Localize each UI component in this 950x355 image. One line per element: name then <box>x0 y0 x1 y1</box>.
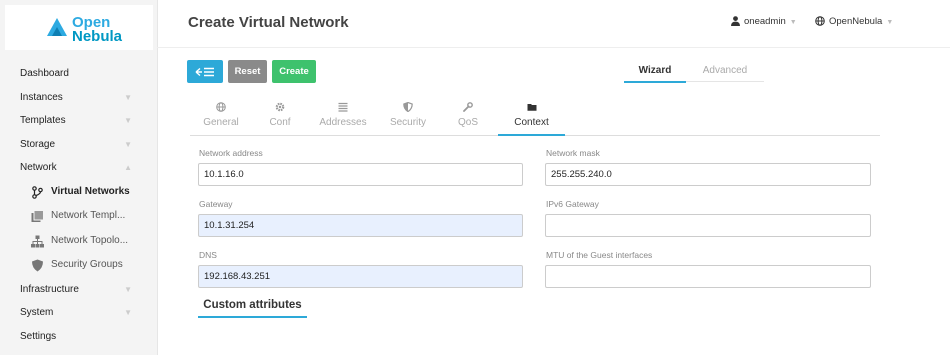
sidebar-item-label: System <box>20 307 54 318</box>
sidebar: Open Nebula Dashboard Instances ▼ Templa… <box>0 0 158 355</box>
globe-icon <box>216 102 226 112</box>
chevron-down-icon: ▼ <box>124 116 132 125</box>
reset-button[interactable]: Reset <box>228 60 267 83</box>
back-button[interactable] <box>187 60 223 83</box>
gateway-input[interactable] <box>198 214 523 237</box>
sidebar-subitem-network-topology[interactable]: Network Topolo... <box>0 229 157 254</box>
shield-icon <box>403 102 413 112</box>
sidebar-item-system[interactable]: System ▼ <box>0 301 157 325</box>
sidebar-item-label: Infrastructure <box>20 283 79 295</box>
sidebar-subitem-security-groups[interactable]: Security Groups <box>0 253 157 278</box>
chevron-down-icon: ▼ <box>124 284 132 294</box>
globe-icon <box>815 16 825 27</box>
zone-name: OpenNebula <box>829 16 883 27</box>
tab-context[interactable]: Context <box>498 100 565 136</box>
sidebar-item-network[interactable]: Network ▲ <box>0 156 157 180</box>
ipv6-gateway-input[interactable] <box>545 214 871 237</box>
network-mask-label: Network mask <box>546 148 600 158</box>
sidebar-subitem-virtual-networks[interactable]: Virtual Networks <box>0 180 157 205</box>
chevron-down-icon: ▼ <box>124 308 132 317</box>
user-name: oneadmin <box>744 16 786 27</box>
chevron-down-icon: ▼ <box>789 19 797 26</box>
tab-addresses[interactable]: Addresses <box>308 100 378 134</box>
sidebar-nav: Dashboard Instances ▼ Templates ▼ Storag… <box>0 62 157 348</box>
user-menu[interactable]: oneadmin ▼ <box>731 16 797 27</box>
sidebar-item-infrastructure[interactable]: Infrastructure ▼ <box>0 278 157 302</box>
gear-icon <box>275 102 285 112</box>
network-topology-icon <box>31 235 44 247</box>
logo-line2: Nebula <box>72 28 123 45</box>
chevron-down-icon: ▼ <box>886 19 894 26</box>
tab-label: Addresses <box>319 117 367 128</box>
network-address-input[interactable] <box>198 163 523 186</box>
back-list-icon <box>195 67 214 76</box>
tab-label: QoS <box>457 117 478 128</box>
tab-wizard[interactable]: Wizard <box>624 61 686 83</box>
sidebar-subitem-network-templates[interactable]: Network Templ... <box>0 204 157 229</box>
sidebar-item-label: Instances <box>20 91 63 103</box>
sidebar-item-label: Network <box>20 162 57 173</box>
user-icon <box>731 16 740 27</box>
mtu-input[interactable] <box>545 265 871 288</box>
folder-icon <box>527 104 536 111</box>
list-icon <box>338 102 348 112</box>
sidebar-item-storage[interactable]: Storage ▼ <box>0 133 157 157</box>
dns-label: DNS <box>199 250 217 260</box>
tab-label: Security <box>389 117 427 128</box>
sidebar-subitem-label: Security Groups <box>51 259 123 270</box>
logo-text: Open Nebula <box>72 15 123 45</box>
sidebar-subitem-label: Network Templ... <box>51 210 126 221</box>
sidebar-item-dashboard[interactable]: Dashboard <box>0 62 157 86</box>
chevron-up-icon: ▲ <box>124 163 132 172</box>
ipv6-gateway-label: IPv6 Gateway <box>546 199 599 209</box>
create-button[interactable]: Create <box>272 60 316 83</box>
sidebar-item-settings[interactable]: Settings <box>0 325 157 349</box>
zone-menu[interactable]: OpenNebula ▼ <box>815 16 893 27</box>
header: Create Virtual Network oneadmin ▼ OpenNeb… <box>157 0 950 48</box>
gateway-label: Gateway <box>199 199 233 209</box>
tab-general[interactable]: General <box>190 100 252 134</box>
logo[interactable]: Open Nebula <box>5 5 153 50</box>
chevron-down-icon: ▼ <box>124 139 132 149</box>
mtu-label: MTU of the Guest interfaces <box>546 250 653 260</box>
section-tabs: General Conf Addresses Security QoS Cont… <box>190 100 880 136</box>
tab-label: Context <box>514 117 549 128</box>
shield-icon <box>32 259 43 272</box>
network-address-label: Network address <box>199 148 263 158</box>
virtual-networks-icon <box>32 185 43 199</box>
sidebar-item-label: Settings <box>20 330 57 342</box>
chevron-down-icon: ▼ <box>124 92 132 102</box>
tab-label: General <box>203 117 239 128</box>
cloud-logo-icon <box>47 18 67 36</box>
tab-label: Conf <box>269 117 291 128</box>
tab-advanced[interactable]: Advanced <box>686 61 764 82</box>
network-templates-icon <box>31 210 44 222</box>
custom-attributes-tab[interactable]: Custom attributes <box>198 299 307 318</box>
sidebar-item-instances[interactable]: Instances ▼ <box>0 86 157 110</box>
sidebar-item-label: Templates <box>20 115 66 126</box>
page-title: Create Virtual Network <box>188 14 349 31</box>
sidebar-item-templates[interactable]: Templates ▼ <box>0 109 157 133</box>
tab-security[interactable]: Security <box>378 100 438 134</box>
network-mask-input[interactable] <box>545 163 871 186</box>
wrench-icon <box>463 102 473 112</box>
sidebar-item-label: Storage <box>20 138 56 150</box>
sidebar-subitem-label: Network Topolo... <box>51 234 129 246</box>
tab-conf[interactable]: Conf <box>252 100 308 134</box>
tab-qos[interactable]: QoS <box>438 100 498 134</box>
sidebar-subitem-label: Virtual Networks <box>51 185 130 197</box>
dns-input[interactable] <box>198 265 523 288</box>
sidebar-item-label: Dashboard <box>20 68 69 79</box>
